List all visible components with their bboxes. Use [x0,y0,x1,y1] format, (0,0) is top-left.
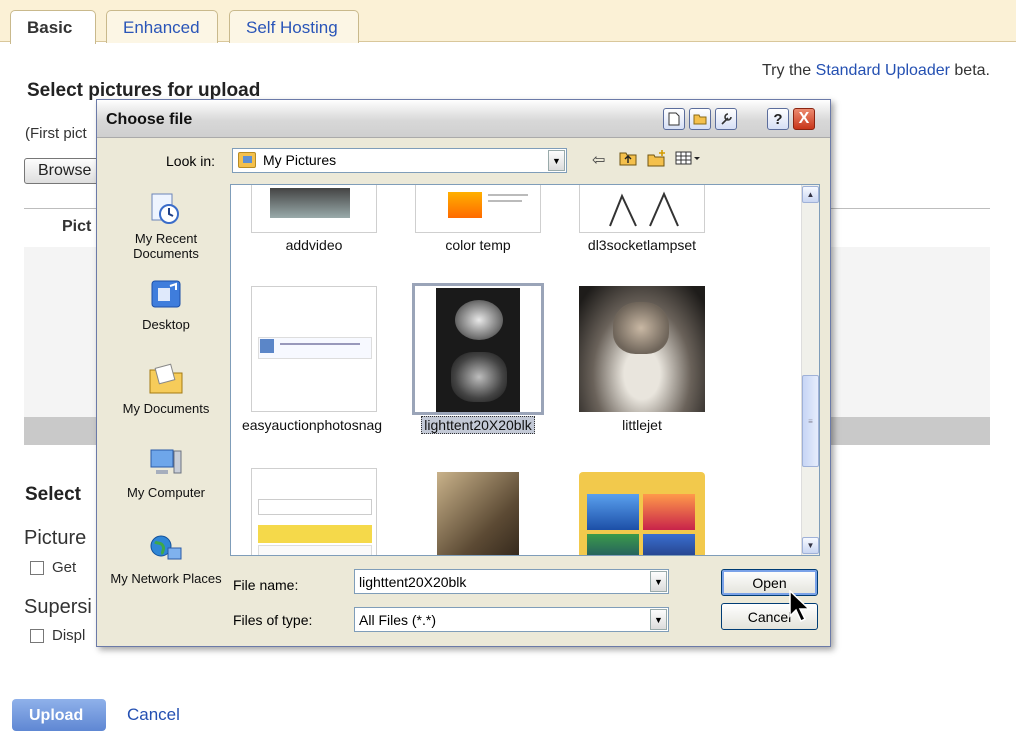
look-in-value: My Pictures [263,152,337,168]
view-menu-icon[interactable] [675,150,701,171]
chevron-down-icon[interactable]: ▼ [650,609,667,630]
place-my-documents[interactable]: My Documents [101,362,231,416]
place-label: My Network Places [110,571,222,586]
recent-documents-icon [151,193,179,224]
file-list-scrollbar[interactable]: ▲ ≡ ▼ [801,185,819,555]
try-uploader-note: Try the Standard Uploader beta. [762,62,990,80]
network-places-icon [150,535,182,560]
look-in-select[interactable]: My Pictures ▼ [232,148,567,173]
first-picture-note: (First pict [25,125,87,142]
mouse-cursor-icon [789,590,811,623]
back-arrow-icon[interactable]: ⇦ [592,150,605,170]
supersize-option-checkbox[interactable] [30,628,44,643]
picture-option-checkbox[interactable] [30,560,44,575]
standard-uploader-link[interactable]: Standard Uploader [816,62,950,79]
place-label: My Documents [122,401,210,416]
document-icon [668,112,680,126]
desktop-icon [151,280,181,308]
dialog-title: Choose file [106,111,193,128]
scroll-down-icon[interactable]: ▼ [802,537,819,554]
file-thumbnail[interactable] [579,468,705,555]
tab-self-hosting[interactable]: Self Hosting [229,10,359,43]
folder-button[interactable] [689,108,711,130]
chevron-down-icon[interactable]: ▼ [548,150,565,171]
file-thumbnail[interactable] [579,185,705,233]
page-icon[interactable] [663,108,685,130]
dialog-titlebar[interactable]: Choose file ? X [97,100,830,138]
chevron-down-icon[interactable]: ▼ [650,571,667,592]
file-thumbnail[interactable] [415,468,541,555]
file-thumbnail[interactable] [251,468,377,555]
file-name-label: File name: [233,577,299,593]
file-list[interactable]: addvideo color temp dl3socketlampset eas… [230,184,820,556]
options-heading: Select [25,484,81,505]
picture-option-row: Get [30,559,76,576]
place-label: Desktop [142,317,190,332]
try-suffix: beta. [954,62,990,79]
file-type-label: Files of type: [233,612,313,628]
place-label: My Recent Documents [133,231,199,261]
file-name-value: lighttent20X20blk [359,574,467,590]
look-in-label: Look in: [166,153,216,169]
new-folder-icon[interactable] [647,150,667,172]
up-folder-icon[interactable] [619,150,637,171]
place-desktop[interactable]: Desktop [101,278,231,332]
file-name: addvideo [285,237,343,253]
place-my-computer[interactable]: My Computer [101,446,231,500]
picture-section-label: Picture [24,527,87,549]
tools-button[interactable] [715,108,737,130]
folder-icon [693,114,707,125]
help-button[interactable]: ? [767,108,789,130]
scroll-thumb[interactable]: ≡ [802,375,819,467]
supersize-option-row: Displ [30,627,85,644]
pictures-column-header: Pict [62,218,92,235]
close-button[interactable]: X [793,108,815,130]
wrench-icon [721,113,732,125]
file-type-value: All Files (*.*) [359,612,437,628]
upload-button[interactable]: Upload [12,699,106,731]
file-thumbnail[interactable] [251,286,377,412]
place-recent-documents[interactable]: My Recent Documents [101,192,231,261]
file-thumbnail[interactable] [415,185,541,233]
file-name: littlejet [622,417,662,433]
cancel-link[interactable]: Cancel [127,705,180,725]
scroll-up-icon[interactable]: ▲ [802,186,819,203]
file-thumbnail[interactable] [251,185,377,233]
my-pictures-icon [238,152,256,168]
place-network[interactable]: My Network Places [101,532,231,586]
file-name-field[interactable]: lighttent20X20blk ▼ [354,569,669,594]
file-name: color temp [445,237,511,253]
file-thumbnail-selected[interactable] [412,283,544,415]
file-name-selected: lighttent20X20blk [403,416,553,434]
picture-option-label: Get [52,559,77,576]
supersize-section-label: Supersi [24,596,92,618]
supersize-option-label: Displ [52,627,86,644]
choose-file-dialog: Choose file ? X Look in: My Pictures ▼ ⇦ [96,99,831,647]
file-name: easyauctionphotosnag [241,417,383,433]
tab-basic[interactable]: Basic [10,10,96,44]
file-name: dl3socketlampset [587,237,697,253]
place-label: My Computer [126,485,206,500]
tab-enhanced[interactable]: Enhanced [106,10,218,43]
file-type-select[interactable]: All Files (*.*) ▼ [354,607,669,632]
try-prefix: Try the [761,62,812,79]
file-thumbnail[interactable] [579,286,705,412]
my-computer-icon [150,449,182,474]
my-documents-icon [149,363,183,394]
